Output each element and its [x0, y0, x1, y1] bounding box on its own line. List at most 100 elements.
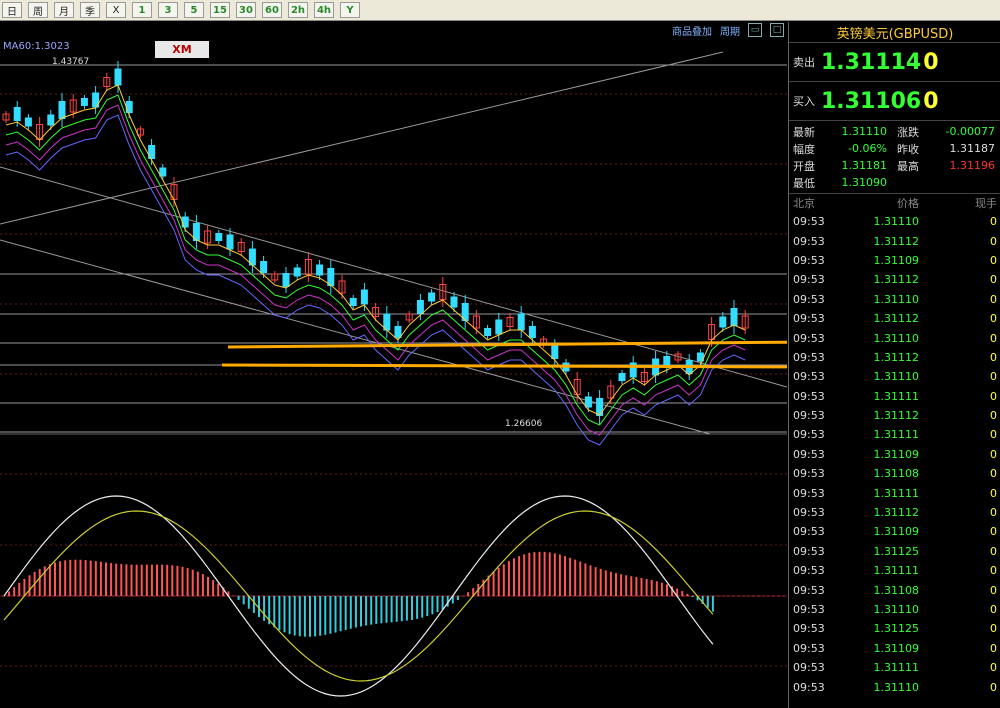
- period-15min-button[interactable]: 15: [210, 2, 230, 18]
- stat-key: 幅度: [793, 142, 815, 156]
- period-month-button[interactable]: 月: [54, 2, 74, 18]
- stat-row: 开盘 1.31181 最高 1.31196: [793, 157, 997, 174]
- candle-body: [13, 107, 21, 121]
- tick-price: 1.31125: [873, 622, 920, 636]
- tick-price: 1.31110: [873, 680, 920, 694]
- candle-body: [58, 101, 66, 119]
- tick-volume: 0: [990, 428, 997, 442]
- candle-body: [584, 396, 592, 408]
- tick-volume: 0: [990, 234, 997, 248]
- period-1min-button[interactable]: 1: [132, 2, 152, 18]
- candle-body: [495, 319, 503, 335]
- tick-row: 09:53 1.31110 0: [789, 212, 1000, 231]
- candle-body: [282, 273, 290, 287]
- tick-volume: 0: [990, 447, 997, 461]
- tick-volume: 0: [990, 680, 997, 694]
- tick-time: 09:53: [793, 544, 825, 558]
- tick-row: 09:53 1.31111 0: [789, 561, 1000, 580]
- tick-row: 09:53 1.31110 0: [789, 328, 1000, 347]
- period-year-button[interactable]: Y: [340, 2, 360, 18]
- candle-body: [80, 98, 88, 106]
- period-toolbar: 日周月季 X 1 3 5 15 30 60 2h 4h Y: [0, 0, 1000, 21]
- tick-row: 09:53 1.31111 0: [789, 425, 1000, 444]
- buy-quote[interactable]: 买入 1.31106 0: [789, 82, 1000, 121]
- tick-row: 09:53 1.31112 0: [789, 503, 1000, 522]
- tick-time: 09:53: [793, 583, 825, 597]
- candle-body: [159, 167, 167, 177]
- stat-key: 最低: [793, 176, 815, 190]
- tick-volume: 0: [990, 603, 997, 616]
- period-4h-button[interactable]: 4h: [314, 2, 334, 18]
- tick-time: 09:53: [793, 447, 825, 461]
- sell-quote[interactable]: 卖出 1.31114 0: [789, 43, 1000, 82]
- tick-row: 09:53 1.31109 0: [789, 445, 1000, 464]
- tick-volume: 0: [990, 622, 997, 636]
- period-60min-button[interactable]: 60: [262, 2, 282, 18]
- candle-body: [293, 267, 301, 277]
- tick-price: 1.31109: [873, 525, 920, 539]
- stat-value: 1.31181: [841, 159, 888, 172]
- tick-price: 1.31112: [873, 312, 920, 326]
- price-chart[interactable]: [0, 22, 787, 708]
- candle-body: [24, 117, 32, 127]
- tick-volume: 0: [990, 641, 997, 655]
- tick-time: 09:53: [793, 525, 825, 539]
- tick-volume: 0: [990, 661, 997, 675]
- sell-price: 1.31114: [821, 49, 922, 75]
- candle-body: [316, 264, 324, 276]
- quote-stats: 最新 1.31110 涨跌 -0.00077 幅度 -0.06% 昨收 1.31187 开盘 1.…: [789, 121, 1000, 194]
- tick-price: 1.31111: [873, 389, 920, 403]
- high-price-label: 1.43767: [52, 57, 90, 67]
- tick-volume: 0: [990, 215, 997, 229]
- tick-volume: 0: [990, 583, 997, 597]
- period-quarter-button[interactable]: 季: [80, 2, 100, 18]
- ma-line-slow: [5, 104, 746, 436]
- tick-price: 1.31110: [873, 603, 920, 616]
- tick-time: 09:53: [793, 661, 825, 675]
- candle-body: [517, 313, 525, 331]
- period-2h-button[interactable]: 2h: [288, 2, 308, 18]
- tick-row: 09:53 1.31108 0: [789, 464, 1000, 483]
- period-x-button[interactable]: X: [106, 2, 126, 18]
- candle-body: [730, 308, 738, 326]
- tick-time: 09:53: [793, 331, 825, 345]
- candle-body: [226, 234, 234, 250]
- trend-line-channel-top: [0, 166, 787, 388]
- candle-body: [260, 261, 268, 273]
- candle-body: [450, 296, 458, 308]
- stat-value: 1.31187: [949, 142, 996, 155]
- tick-price: 1.31109: [873, 253, 920, 267]
- tick-price: 1.31112: [873, 273, 920, 287]
- candle-body: [484, 328, 492, 336]
- sell-price-tail: 0: [923, 49, 939, 75]
- tick-row: 09:53 1.31109 0: [789, 522, 1000, 541]
- tick-row: 09:53 1.31112 0: [789, 348, 1000, 367]
- tick-price: 1.31111: [873, 661, 920, 675]
- period-30min-button[interactable]: 30: [236, 2, 256, 18]
- arrow-line-lower: [221, 363, 787, 369]
- candle-body: [125, 101, 133, 113]
- tick-row: 09:53 1.31111 0: [789, 387, 1000, 406]
- buy-price: 1.31106: [821, 88, 922, 114]
- tick-price: 1.31108: [873, 467, 920, 481]
- quote-panel: 英镑美元(GBPUSD) 卖出 1.31114 0 买入 1.31106 0 最…: [788, 22, 1000, 708]
- tick-row: 09:53 1.31125 0: [789, 619, 1000, 638]
- tick-row: 09:53 1.31109 0: [789, 639, 1000, 658]
- period-5min-button[interactable]: 5: [184, 2, 204, 18]
- tick-list: 09:53 1.31110 0 09:53 1.31112 0 09:53 1.31109 0 0…: [789, 212, 1000, 697]
- tick-header-time: 北京: [793, 197, 815, 210]
- candle-body: [528, 326, 536, 338]
- tick-price: 1.31109: [873, 641, 920, 655]
- tick-time: 09:53: [793, 350, 825, 364]
- tick-volume: 0: [990, 273, 997, 287]
- period-week-button[interactable]: 周: [28, 2, 48, 18]
- candle-body: [114, 68, 122, 86]
- sell-label: 卖出: [793, 56, 815, 69]
- tick-price: 1.31110: [873, 370, 920, 384]
- period-3min-button[interactable]: 3: [158, 2, 178, 18]
- tick-price: 1.31112: [873, 409, 920, 423]
- tick-volume: 0: [990, 253, 997, 267]
- period-day-button[interactable]: 日: [2, 2, 22, 18]
- tick-row: 09:53 1.31111 0: [789, 658, 1000, 677]
- tick-time: 09:53: [793, 409, 825, 423]
